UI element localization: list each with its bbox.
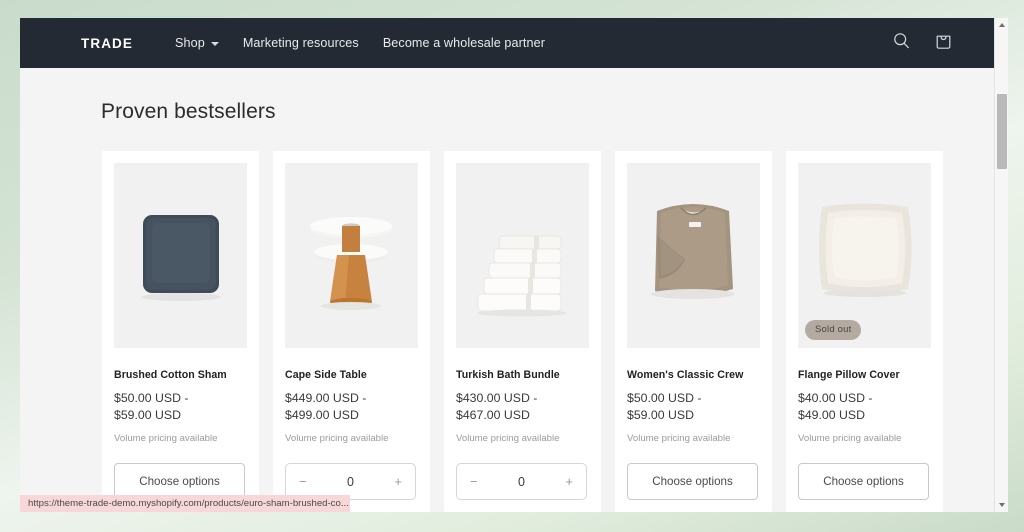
quantity-stepper[interactable]: − 0 +: [456, 463, 587, 500]
header-actions: [893, 32, 952, 55]
product-image-turkish-bath-bundle[interactable]: [456, 163, 589, 348]
product-price: $449.00 USD - $499.00 USD: [285, 390, 418, 424]
product-title: Flange Pillow Cover: [798, 369, 900, 381]
quantity-value[interactable]: 0: [347, 475, 354, 489]
product-price-line-2: $49.00 USD: [798, 408, 865, 422]
quantity-decrease-button[interactable]: −: [299, 475, 307, 488]
product-price: $430.00 USD - $467.00 USD: [456, 390, 589, 424]
vertical-scrollbar[interactable]: [994, 18, 1008, 512]
main-nav: Shop Marketing resources Become a wholes…: [175, 36, 545, 50]
product-title: Cape Side Table: [285, 369, 367, 381]
choose-options-button[interactable]: Choose options: [798, 463, 929, 500]
browser-window: TRADE Shop Marketing resources Become a …: [20, 18, 1008, 512]
product-image-flange-pillow-cover[interactable]: Sold out: [798, 163, 931, 348]
product-card[interactable]: Sold out Flange Pillow Cover $40.00 USD …: [786, 151, 943, 512]
product-card[interactable]: Cape Side Table $449.00 USD - $499.00 US…: [273, 151, 430, 512]
product-price-line-2: $59.00 USD: [627, 408, 694, 422]
product-title: Brushed Cotton Sham: [114, 369, 227, 381]
quantity-decrease-button[interactable]: −: [470, 475, 478, 488]
quantity-increase-button[interactable]: +: [394, 475, 402, 488]
volume-pricing-note: Volume pricing available: [114, 433, 218, 444]
site-header: TRADE Shop Marketing resources Become a …: [20, 18, 1008, 68]
volume-pricing-note: Volume pricing available: [627, 433, 731, 444]
product-image-womens-classic-crew[interactable]: [627, 163, 760, 348]
product-card[interactable]: Brushed Cotton Sham $50.00 USD - $59.00 …: [102, 151, 259, 512]
choose-options-button[interactable]: Choose options: [627, 463, 758, 500]
scroll-up-arrow-icon[interactable]: [995, 18, 1008, 32]
cart-icon[interactable]: [935, 32, 952, 55]
nav-item-become-a-wholesale-partner-label: Become a wholesale partner: [382, 36, 546, 50]
volume-pricing-note: Volume pricing available: [798, 433, 902, 444]
status-badge-sold-out: Sold out: [805, 320, 862, 340]
nav-item-marketing-resources[interactable]: Marketing resources: [243, 36, 359, 50]
search-icon[interactable]: [893, 32, 910, 54]
scrollbar-thumb[interactable]: [997, 94, 1007, 169]
product-card-action: Choose options: [798, 463, 931, 500]
nav-item-shop-label: Shop: [175, 36, 205, 50]
product-title: Turkish Bath Bundle: [456, 369, 560, 381]
brand-logo[interactable]: TRADE: [81, 36, 133, 51]
page-title: Proven bestsellers: [101, 100, 276, 123]
product-title: Women's Classic Crew: [627, 369, 744, 381]
product-price-line-1: $40.00 USD -: [798, 391, 873, 405]
triangle-up-icon: [999, 23, 1005, 27]
product-price-line-1: $449.00 USD -: [285, 391, 367, 405]
chevron-down-icon: [210, 42, 219, 46]
status-bar-link-preview: https://theme-trade-demo.myshopify.com/p…: [20, 495, 350, 512]
product-price-line-1: $50.00 USD -: [627, 391, 702, 405]
triangle-down-icon: [999, 503, 1005, 507]
product-grid: Brushed Cotton Sham $50.00 USD - $59.00 …: [102, 151, 951, 512]
nav-item-marketing-resources-label: Marketing resources: [242, 36, 359, 50]
product-price-line-2: $59.00 USD: [114, 408, 181, 422]
product-card[interactable]: Women's Classic Crew $50.00 USD - $59.00…: [615, 151, 772, 512]
product-card-action: Choose options: [627, 463, 760, 500]
product-image-brushed-cotton-sham[interactable]: [114, 163, 247, 348]
product-price-line-2: $467.00 USD: [456, 408, 530, 422]
quantity-value[interactable]: 0: [518, 475, 525, 489]
nav-item-become-a-wholesale-partner[interactable]: Become a wholesale partner: [383, 36, 545, 50]
volume-pricing-note: Volume pricing available: [456, 433, 560, 444]
product-price-line-1: $430.00 USD -: [456, 391, 538, 405]
product-price-line-1: $50.00 USD -: [114, 391, 189, 405]
volume-pricing-note: Volume pricing available: [285, 433, 389, 444]
product-price: $40.00 USD - $49.00 USD: [798, 390, 931, 424]
product-price: $50.00 USD - $59.00 USD: [114, 390, 247, 424]
product-card[interactable]: Turkish Bath Bundle $430.00 USD - $467.0…: [444, 151, 601, 512]
product-price-line-2: $499.00 USD: [285, 408, 359, 422]
product-image-cape-side-table[interactable]: [285, 163, 418, 348]
quantity-increase-button[interactable]: +: [565, 475, 573, 488]
product-price: $50.00 USD - $59.00 USD: [627, 390, 760, 424]
nav-item-shop[interactable]: Shop: [175, 36, 219, 50]
scroll-down-arrow-icon[interactable]: [995, 498, 1008, 512]
product-card-action: − 0 +: [456, 463, 589, 500]
